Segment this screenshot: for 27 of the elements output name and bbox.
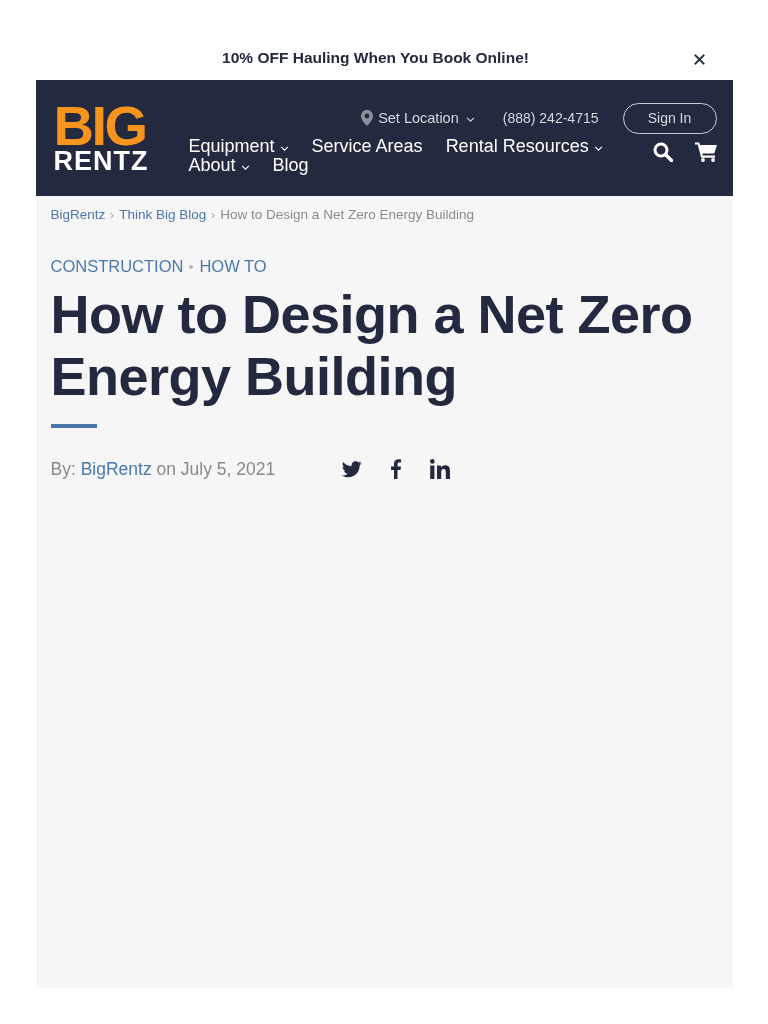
location-pin-icon <box>361 110 374 126</box>
article-title: How to Design a Net Zero Energy Building <box>50 283 694 407</box>
promo-text: 10% OFF Hauling When You Book Online! <box>221 49 530 67</box>
close-icon[interactable] <box>693 53 705 65</box>
cart-icon[interactable] <box>694 142 717 162</box>
chevron-right-icon <box>211 212 216 219</box>
breadcrumb-current: How to Design a Net Zero Energy Building <box>220 206 474 224</box>
search-icon[interactable] <box>652 142 673 162</box>
nav-item[interactable]: Equipment <box>188 137 289 156</box>
breadcrumb-link[interactable]: BigRentz <box>50 206 106 224</box>
logo[interactable]: BIG RENTZ <box>53 106 149 171</box>
f-logo-icon[interactable] <box>390 459 401 479</box>
set-location-button[interactable]: Set Location <box>361 110 475 126</box>
chevron-right-icon <box>110 212 115 219</box>
dot-icon <box>189 264 194 269</box>
byline: By: BigRentz on July 5, 2021 <box>50 458 277 480</box>
nav-item[interactable]: Rental Resources <box>445 137 603 156</box>
phone-link[interactable]: (888) 242-4715 <box>502 110 599 126</box>
breadcrumb-link[interactable]: Think Big Blog <box>119 206 207 224</box>
bird-icon[interactable] <box>340 460 362 478</box>
nav-item[interactable]: Blog <box>272 156 309 175</box>
category-link[interactable]: CONSTRUCTION <box>50 256 184 276</box>
in-logo-icon[interactable] <box>429 459 450 479</box>
author-link[interactable]: BigRentz <box>80 459 152 479</box>
category-link[interactable]: HOW TO <box>199 256 267 276</box>
nav-item[interactable]: About <box>188 156 250 175</box>
nav-item[interactable]: Service Areas <box>311 137 423 156</box>
